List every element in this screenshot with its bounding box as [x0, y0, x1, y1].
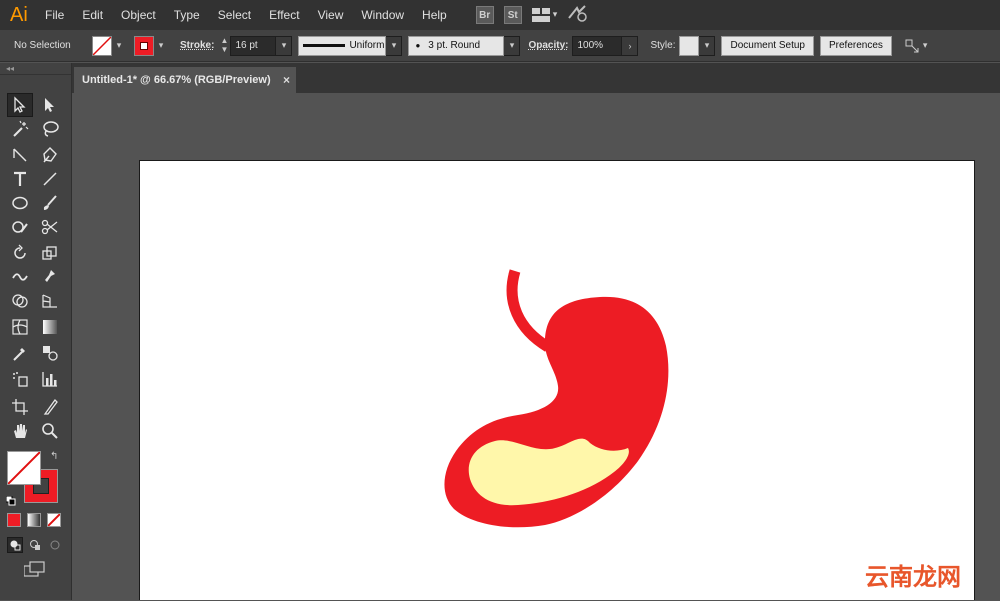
arrange-panel-icon[interactable]: ▾ [904, 38, 928, 54]
brush-definition[interactable]: ● 3 pt. Round [408, 35, 505, 56]
bridge-button[interactable]: Br [475, 6, 494, 24]
mesh-tool-icon[interactable] [7, 315, 33, 339]
chevron-down-icon: ▾ [552, 10, 558, 20]
color-mode-row [7, 513, 61, 527]
screen-mode-icon[interactable] [23, 561, 46, 581]
stroke-dropdown-chevron[interactable]: ▾ [154, 36, 168, 56]
warp-tool-icon[interactable] [7, 265, 33, 289]
control-bar: No Selection ▾ ▾ Stroke: ▲ ▼ 16 pt ▾ Unif… [0, 30, 1000, 62]
stroke-label[interactable]: Stroke: [180, 40, 214, 51]
menu-bar: Ai File Edit Object Type Select Effect V… [0, 0, 1000, 30]
line-segment-tool-icon[interactable] [7, 143, 33, 167]
fill-color-swatch[interactable] [7, 451, 41, 485]
stroke-weight-input[interactable]: 16 pt [230, 35, 277, 56]
symbol-sprayer-tool-icon[interactable] [7, 367, 33, 391]
brush-label: 3 pt. Round [428, 40, 481, 51]
artboard-tool-icon[interactable] [7, 395, 33, 419]
brush-dot-icon: ● [415, 41, 421, 50]
line-tool-icon[interactable] [37, 167, 63, 191]
gradient-tool-icon[interactable] [37, 315, 63, 339]
opacity-expand-button[interactable]: › [622, 35, 639, 56]
menu-type[interactable]: Type [165, 0, 209, 30]
hand-tool-icon[interactable] [7, 419, 33, 443]
direct-selection-tool-icon[interactable] [37, 93, 63, 117]
document-tab-title: Untitled-1* @ 66.67% (RGB/Preview) [82, 74, 271, 86]
app-logo: Ai [10, 3, 28, 26]
graphic-style-swatch[interactable] [679, 35, 700, 56]
draw-normal-icon[interactable] [7, 537, 23, 553]
rotate-tool-icon[interactable] [7, 241, 33, 265]
paintbrush-tool-icon[interactable] [37, 191, 63, 215]
variable-width-profile[interactable]: Uniform [298, 35, 387, 56]
type-tool-icon[interactable] [7, 167, 33, 191]
puppet-warp-tool-icon[interactable] [37, 265, 63, 289]
default-fill-stroke-icon[interactable] [5, 491, 16, 506]
column-graph-tool-icon[interactable] [37, 367, 63, 391]
preferences-button[interactable]: Preferences [819, 35, 892, 56]
menu-window[interactable]: Window [352, 0, 413, 30]
stroke-weight-dropdown[interactable]: ▾ [276, 35, 293, 56]
document-tab-bar: Untitled-1* @ 66.67% (RGB/Preview) × [72, 63, 1000, 93]
ellipse-tool-icon[interactable] [7, 191, 33, 215]
blend-tool-icon[interactable] [37, 341, 63, 365]
lasso-tool-icon[interactable] [37, 117, 63, 141]
opacity-input[interactable]: 100% [572, 35, 623, 56]
menu-file[interactable]: File [36, 0, 73, 30]
app-launcher-group: Br St ▾ [475, 4, 590, 26]
stroke-weight-stepper[interactable]: ▲ ▼ [218, 36, 230, 56]
fill-swatch[interactable] [92, 35, 112, 56]
variable-width-profile-label: Uniform [349, 40, 385, 51]
style-label: Style: [650, 40, 676, 51]
brush-dropdown[interactable]: ▾ [504, 35, 521, 56]
selection-tool-icon[interactable] [7, 93, 33, 117]
document-setup-button[interactable]: Document Setup [721, 35, 814, 56]
fill-dropdown-chevron[interactable]: ▾ [112, 36, 126, 56]
none-button[interactable] [47, 513, 61, 527]
tools-panel: ◂◂ ↰ [0, 63, 72, 600]
stock-button[interactable]: St [503, 6, 522, 24]
arrange-documents-icon[interactable]: ▾ [531, 8, 558, 22]
watermark-text: 云南龙网 [865, 563, 961, 591]
opacity-label[interactable]: Opacity: [528, 40, 568, 51]
menu-select[interactable]: Select [209, 0, 260, 30]
menu-view[interactable]: View [309, 0, 353, 30]
color-button[interactable] [7, 513, 21, 527]
variable-width-dropdown[interactable]: ▾ [386, 35, 403, 56]
eyedropper-tool-icon[interactable] [7, 341, 33, 365]
scissors-tool-icon[interactable] [37, 215, 63, 239]
menu-help[interactable]: Help [413, 0, 456, 30]
scale-tool-icon[interactable] [37, 241, 63, 265]
pen-tool-icon[interactable] [37, 143, 63, 167]
selection-status: No Selection [14, 40, 71, 51]
chevron-down-icon: ▾ [922, 40, 928, 50]
panel-collapse-grip[interactable]: ◂◂ [0, 63, 71, 75]
shape-builder-tool-icon[interactable] [7, 289, 33, 313]
draw-inside-icon[interactable] [47, 537, 63, 553]
menu-object[interactable]: Object [112, 0, 165, 30]
stomach-illustration[interactable] [140, 161, 976, 601]
menu-effect[interactable]: Effect [260, 0, 308, 30]
graphic-style-dropdown[interactable]: ▾ [699, 35, 716, 56]
drawing-mode-row [7, 537, 63, 553]
perspective-grid-tool-icon[interactable] [37, 289, 63, 313]
shaper-tool-icon[interactable] [7, 215, 33, 239]
magic-wand-tool-icon[interactable] [7, 117, 33, 141]
stroke-swatch[interactable] [134, 35, 154, 56]
artboard[interactable] [139, 160, 975, 600]
gradient-button[interactable] [27, 513, 41, 527]
swap-fill-stroke-icon[interactable]: ↰ [50, 451, 58, 462]
document-tab[interactable]: Untitled-1* @ 66.67% (RGB/Preview) × [74, 67, 296, 93]
draw-behind-icon[interactable] [27, 537, 43, 553]
gpu-performance-icon[interactable] [567, 4, 589, 26]
close-icon[interactable]: × [283, 73, 290, 87]
slice-tool-icon[interactable] [37, 395, 63, 419]
esophagus-stroke [506, 269, 551, 352]
menu-edit[interactable]: Edit [73, 0, 112, 30]
zoom-tool-icon[interactable] [37, 419, 63, 443]
